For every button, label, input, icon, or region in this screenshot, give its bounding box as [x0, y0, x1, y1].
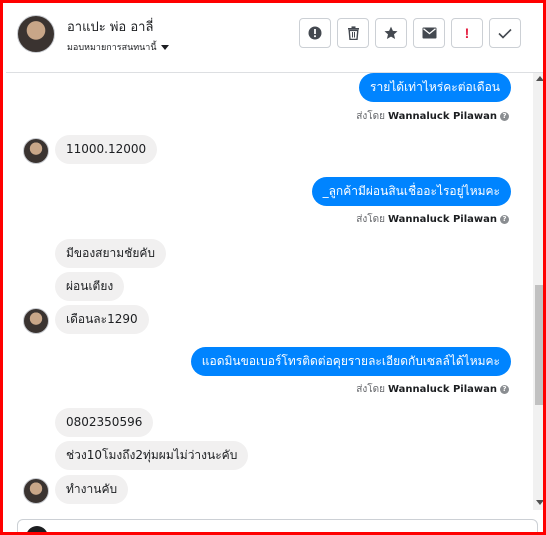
sender-name: Wannaluck Pilawan — [387, 214, 497, 225]
incoming-message[interactable]: ช่วง10โมงถึง2ทุ่มผมไม่ว่างนะคับ — [55, 441, 249, 470]
exclamation-icon: ! — [464, 25, 470, 41]
contact-avatar-small[interactable] — [23, 138, 49, 164]
sender-name: Wannaluck Pilawan — [387, 111, 497, 122]
incoming-message[interactable]: ผ่อนเตียง — [55, 272, 125, 301]
incoming-message[interactable]: 0802350596 — [55, 408, 154, 437]
conversation-window: อาแปะ พ่อ อาลี่ มอบหมายการสนทนานี้ ! ราย… — [0, 0, 546, 535]
sent-by-prefix: ส่งโดย — [356, 111, 385, 122]
help-icon[interactable]: ? — [500, 112, 509, 121]
composer-avatar — [26, 526, 48, 532]
contact-avatar-small[interactable] — [23, 308, 49, 334]
sent-by-prefix: ส่งโดย — [356, 384, 385, 395]
contact-name[interactable]: อาแปะ พ่อ อาลี่ — [67, 16, 153, 37]
incoming-message[interactable]: 11000.12000 — [55, 135, 158, 164]
header-actions: ! — [299, 18, 521, 48]
conversation-header: อาแปะ พ่อ อาลี่ มอบหมายการสนทนานี้ ! — [6, 6, 543, 73]
incoming-message[interactable]: เดือนละ1290 — [55, 305, 149, 334]
star-button[interactable] — [375, 18, 407, 48]
sender-name: Wannaluck Pilawan — [387, 384, 497, 395]
contact-avatar[interactable] — [17, 15, 55, 53]
spam-button[interactable] — [299, 18, 331, 48]
scrollbar-thumb[interactable] — [535, 285, 543, 405]
trash-icon — [347, 26, 359, 40]
delete-button[interactable] — [337, 18, 369, 48]
outgoing-message[interactable]: แอดมินขอเบอร์โทรติดต่อคุยรายละเอียดกับเซ… — [190, 347, 511, 376]
incoming-message[interactable]: ทำงานคับ — [55, 475, 129, 504]
assign-label: มอบหมายการสนทนานี้ — [67, 43, 157, 53]
assign-conversation-dropdown[interactable]: มอบหมายการสนทนานี้ — [67, 40, 169, 54]
message-composer[interactable] — [17, 519, 538, 532]
follow-up-button[interactable]: ! — [451, 18, 483, 48]
sent-by-label: ส่งโดย Wannaluck Pilawan ? — [356, 382, 509, 397]
envelope-icon — [422, 27, 436, 39]
sent-by-label: ส่งโดย Wannaluck Pilawan ? — [356, 109, 509, 124]
mark-unread-button[interactable] — [413, 18, 445, 48]
sent-by-label: ส่งโดย Wannaluck Pilawan ? — [356, 212, 509, 227]
help-icon[interactable]: ? — [500, 215, 509, 224]
thread-scrollbar[interactable] — [533, 73, 543, 510]
chevron-down-icon — [160, 44, 169, 50]
message-thread[interactable]: รายได้เท่าไหร่คะต่อเดือน ส่งโดย Wannaluc… — [6, 73, 533, 513]
alert-circle-icon — [308, 26, 322, 40]
checkmark-icon — [498, 28, 512, 39]
contact-avatar-small[interactable] — [23, 478, 49, 504]
incoming-message[interactable]: มีของสยามชัยคับ — [55, 239, 167, 268]
star-icon — [384, 26, 398, 39]
outgoing-message[interactable]: _ลูกค้ามีผ่อนสินเชื่ออะไรอยู่ไหมคะ — [311, 177, 511, 206]
outgoing-message[interactable]: รายได้เท่าไหร่คะต่อเดือน — [359, 73, 511, 102]
done-button[interactable] — [489, 18, 521, 48]
scroll-down-arrow-icon[interactable] — [536, 500, 543, 505]
scroll-up-arrow-icon[interactable] — [536, 76, 543, 81]
help-icon[interactable]: ? — [500, 385, 509, 394]
sent-by-prefix: ส่งโดย — [356, 214, 385, 225]
